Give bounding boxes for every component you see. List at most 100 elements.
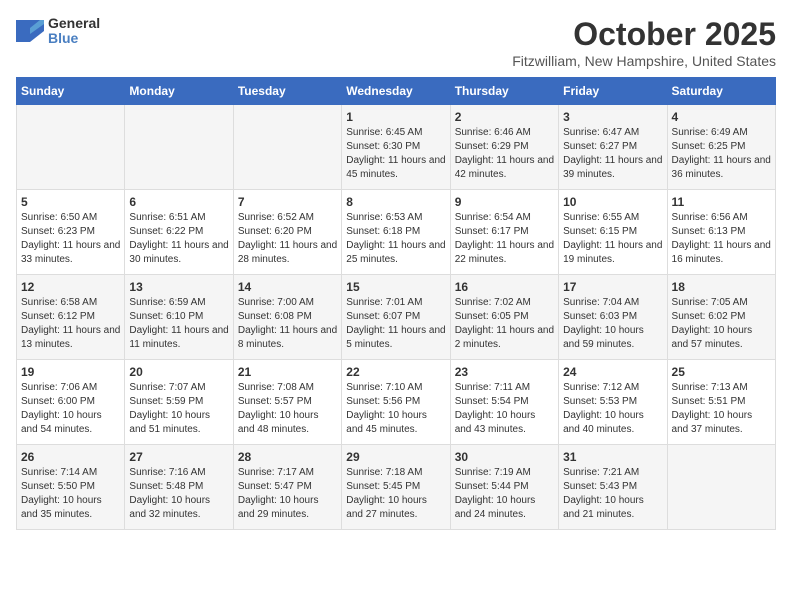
weekday-header-saturday: Saturday [667,78,775,105]
weekday-header-friday: Friday [559,78,667,105]
day-number: 28 [238,450,337,464]
cell-info: Sunset: 6:08 PM [238,310,337,324]
cell-info: Sunrise: 6:55 AM [563,211,662,225]
calendar-cell: 24Sunrise: 7:12 AMSunset: 5:53 PMDayligh… [559,360,667,445]
cell-info: Sunset: 5:45 PM [346,480,445,494]
calendar-cell: 13Sunrise: 6:59 AMSunset: 6:10 PMDayligh… [125,275,233,360]
cell-info: Sunrise: 6:52 AM [238,211,337,225]
day-number: 27 [129,450,228,464]
cell-info: Daylight: 11 hours and 11 minutes. [129,324,228,352]
cell-info: Sunrise: 7:06 AM [21,381,120,395]
cell-info: Daylight: 11 hours and 13 minutes. [21,324,120,352]
weekday-header-row: SundayMondayTuesdayWednesdayThursdayFrid… [17,78,776,105]
cell-info: Sunset: 6:12 PM [21,310,120,324]
cell-info: Sunset: 5:44 PM [455,480,554,494]
calendar-cell: 26Sunrise: 7:14 AMSunset: 5:50 PMDayligh… [17,445,125,530]
day-number: 21 [238,365,337,379]
title-block: October 2025 Fitzwilliam, New Hampshire,… [512,16,776,69]
cell-info: Sunset: 6:17 PM [455,225,554,239]
cell-info: Sunset: 5:57 PM [238,395,337,409]
calendar-cell: 12 Sunrise: 6:58 AMSunset: 6:12 PMDayligh… [17,275,125,360]
day-number: 11 [672,195,771,209]
cell-info: Sunset: 5:59 PM [129,395,228,409]
cell-info: Daylight: 11 hours and 19 minutes. [563,239,662,267]
cell-info: Daylight: 11 hours and 33 minutes. [21,239,120,267]
calendar-cell: 6 Sunrise: 6:51 AMSunset: 6:22 PMDaylight… [125,190,233,275]
weekday-header-sunday: Sunday [17,78,125,105]
week-row-3: 12Sunrise: 6:58 AMSunset: 6:12 PMDayligh… [17,275,776,360]
calendar-cell: 10 Sunrise: 6:55 AMSunset: 6:15 PMDayligh… [559,190,667,275]
page-header: General Blue October 2025 Fitzwilliam, N… [16,16,776,69]
day-number: 8 [346,195,445,209]
cell-info: Daylight: 10 hours and 27 minutes. [346,494,445,522]
cell-info: Sunset: 6:15 PM [563,225,662,239]
cell-info: Sunset: 5:50 PM [21,480,120,494]
cell-info: Sunrise: 6:51 AM [129,211,228,225]
logo: General Blue [16,16,100,47]
day-number: 12 [21,280,120,294]
calendar-cell: 31Sunrise: 7:21 AMSunset: 5:43 PMDayligh… [559,445,667,530]
cell-info: Sunrise: 7:16 AM [129,466,228,480]
week-row-5: 26Sunrise: 7:14 AMSunset: 5:50 PMDayligh… [17,445,776,530]
cell-info: Daylight: 11 hours and 36 minutes. [672,154,771,182]
cell-info: Daylight: 11 hours and 42 minutes. [455,154,554,182]
calendar-cell: 2Sunrise: 6:46 AMSunset: 6:29 PMDaylight… [450,105,558,190]
cell-info: Sunset: 6:22 PM [129,225,228,239]
cell-info: Sunrise: 7:11 AM [455,381,554,395]
cell-info: Sunset: 5:51 PM [672,395,771,409]
cell-info: Daylight: 10 hours and 24 minutes. [455,494,554,522]
cell-info: Sunrise: 6:50 AM [21,211,120,225]
cell-info: Sunrise: 7:18 AM [346,466,445,480]
cell-info: Sunrise: 7:02 AM [455,296,554,310]
cell-info: Sunset: 5:54 PM [455,395,554,409]
cell-info: Sunset: 6:30 PM [346,140,445,154]
calendar-cell: 8Sunrise: 6:53 AMSunset: 6:18 PMDaylight… [342,190,450,275]
cell-info: Daylight: 11 hours and 39 minutes. [563,154,662,182]
cell-info: Daylight: 11 hours and 45 minutes. [346,154,445,182]
cell-info: Sunrise: 6:47 AM [563,126,662,140]
cell-info: Sunset: 6:02 PM [672,310,771,324]
weekday-header-monday: Monday [125,78,233,105]
day-number: 29 [346,450,445,464]
cell-info: Sunset: 6:29 PM [455,140,554,154]
week-row-1: 1Sunrise: 6:45 AMSunset: 6:30 PMDaylight… [17,105,776,190]
cell-info: Sunrise: 6:53 AM [346,211,445,225]
day-number: 20 [129,365,228,379]
cell-info: Sunrise: 6:56 AM [672,211,771,225]
cell-info: Sunrise: 7:08 AM [238,381,337,395]
cell-info: Sunrise: 7:07 AM [129,381,228,395]
calendar-cell: 18Sunrise: 7:05 AMSunset: 6:02 PMDayligh… [667,275,775,360]
weekday-header-tuesday: Tuesday [233,78,341,105]
cell-info: Sunset: 6:13 PM [672,225,771,239]
day-number: 10 [563,195,662,209]
cell-info: Daylight: 10 hours and 59 minutes. [563,324,662,352]
cell-info: Sunrise: 7:13 AM [672,381,771,395]
cell-info: Daylight: 11 hours and 30 minutes. [129,239,228,267]
weekday-header-wednesday: Wednesday [342,78,450,105]
day-number: 9 [455,195,554,209]
cell-info: Sunrise: 6:59 AM [129,296,228,310]
day-number: 2 [455,110,554,124]
day-number: 5 [21,195,120,209]
calendar-cell: 28Sunrise: 7:17 AMSunset: 5:47 PMDayligh… [233,445,341,530]
calendar-cell: 5Sunrise: 6:50 AMSunset: 6:23 PMDaylight… [17,190,125,275]
cell-info: Sunrise: 6:58 AM [21,296,120,310]
calendar-cell: 20 Sunrise: 7:07 AMSunset: 5:59 PMDayligh… [125,360,233,445]
cell-info: Daylight: 10 hours and 57 minutes. [672,324,771,352]
day-number: 19 [21,365,120,379]
cell-info: Daylight: 10 hours and 51 minutes. [129,409,228,437]
cell-info: Daylight: 10 hours and 43 minutes. [455,409,554,437]
cell-info: Daylight: 10 hours and 21 minutes. [563,494,662,522]
cell-info: Sunrise: 6:54 AM [455,211,554,225]
cell-info: Sunset: 5:47 PM [238,480,337,494]
cell-info: Daylight: 10 hours and 32 minutes. [129,494,228,522]
cell-info: Daylight: 11 hours and 28 minutes. [238,239,337,267]
cell-info: Sunset: 6:10 PM [129,310,228,324]
calendar-cell: 4Sunrise: 6:49 AMSunset: 6:25 PMDaylight… [667,105,775,190]
day-number: 6 [129,195,228,209]
weekday-header-thursday: Thursday [450,78,558,105]
calendar-cell: 16Sunrise: 7:02 AMSunset: 6:05 PMDayligh… [450,275,558,360]
day-number: 15 [346,280,445,294]
cell-info: Sunset: 6:05 PM [455,310,554,324]
cell-info: Sunrise: 7:19 AM [455,466,554,480]
